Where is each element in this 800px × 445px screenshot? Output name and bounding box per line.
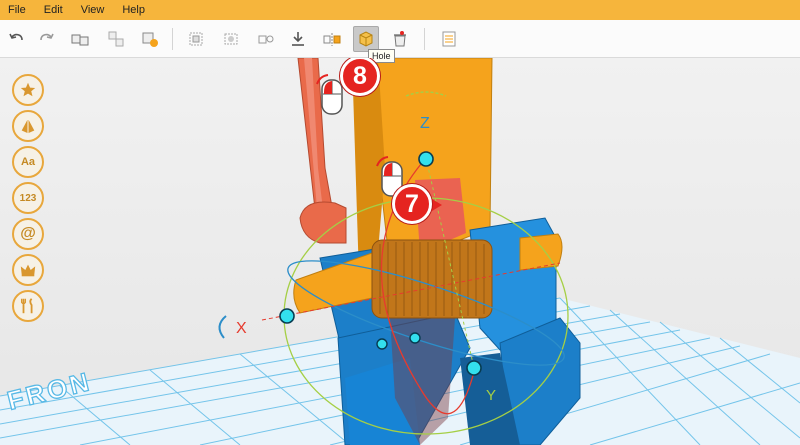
sidebar-item-symbols[interactable]: @ xyxy=(12,218,44,250)
measure-icon xyxy=(258,35,274,44)
ungroup-objects-icon xyxy=(224,33,238,45)
menu-view[interactable]: View xyxy=(72,4,114,16)
crown-icon xyxy=(20,264,36,277)
sidebar-item-favorites[interactable] xyxy=(12,74,44,106)
toolbar-separator xyxy=(424,28,425,50)
scene-canvas[interactable]: FRON Z X Y xyxy=(0,58,800,445)
notes-button[interactable] xyxy=(436,26,462,52)
mirror-button[interactable] xyxy=(319,26,345,52)
menu-bar: File Edit View Help xyxy=(0,0,800,20)
tools-icon xyxy=(20,298,33,314)
axis-x-label: X xyxy=(236,320,247,337)
redo-icon xyxy=(40,33,54,41)
axis-z-label: Z xyxy=(420,115,430,132)
group-button[interactable] xyxy=(67,26,93,52)
drop-to-ground-icon xyxy=(292,32,304,46)
menu-file[interactable]: File xyxy=(0,4,35,16)
sidebar-item-tools[interactable] xyxy=(12,290,44,322)
ungroup-objects-button[interactable] xyxy=(218,26,244,52)
delete-icon xyxy=(394,31,406,47)
sidebar-item-premium[interactable] xyxy=(12,254,44,286)
numbers-icon: 123 xyxy=(19,192,37,204)
align-button[interactable] xyxy=(183,26,209,52)
hole-icon xyxy=(359,31,373,47)
sidebar-item-text[interactable]: Aa xyxy=(12,146,44,178)
step-badge-7: 7 xyxy=(392,184,432,224)
text-icon: Aa xyxy=(20,156,36,168)
axis-y-label: Y xyxy=(486,387,496,404)
notes-icon xyxy=(442,31,456,47)
at-symbol-icon: @ xyxy=(20,225,36,242)
menu-help[interactable]: Help xyxy=(113,4,154,16)
mirror-icon xyxy=(323,33,341,46)
redo-button[interactable] xyxy=(33,26,59,52)
align-icon xyxy=(189,32,203,46)
shape-icon xyxy=(21,118,35,134)
sidebar-item-shapes[interactable] xyxy=(12,110,44,142)
undo-button[interactable] xyxy=(4,26,30,52)
drop-to-ground-button[interactable] xyxy=(285,26,311,52)
ungroup-icon xyxy=(108,31,124,47)
menu-edit[interactable]: Edit xyxy=(35,4,72,16)
duplicate-icon xyxy=(142,32,158,47)
measure-button[interactable] xyxy=(253,26,279,52)
toolbar xyxy=(0,20,800,58)
undo-icon xyxy=(9,33,23,41)
rotate-x-icon[interactable] xyxy=(218,315,227,339)
group-icon xyxy=(71,34,89,46)
ungroup-button[interactable] xyxy=(103,26,129,52)
star-icon xyxy=(20,82,36,97)
sidebar-item-numbers[interactable]: 123 xyxy=(12,182,44,214)
toolbar-separator xyxy=(172,28,173,50)
badge-pointer xyxy=(432,199,442,211)
3d-viewport[interactable]: FRON Z X Y 8 7 xyxy=(0,58,800,445)
duplicate-button[interactable] xyxy=(137,26,163,52)
